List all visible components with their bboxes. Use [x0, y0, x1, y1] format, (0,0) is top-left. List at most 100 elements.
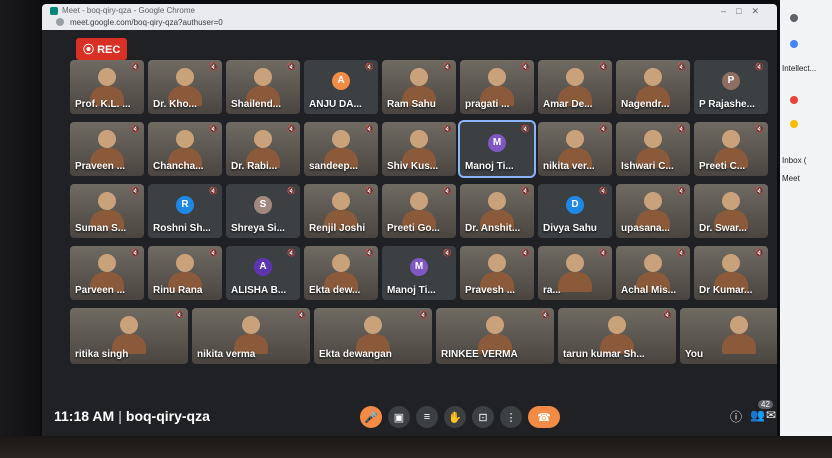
participant-tile[interactable]: A 🔇 ANJU DA... — [304, 60, 378, 114]
participant-tile[interactable]: 🔇 upasana... — [616, 184, 690, 238]
participant-tile[interactable]: 🔇 Pravesh ... — [460, 246, 534, 300]
chrome-icon[interactable] — [790, 96, 798, 104]
mic-off-icon: 🔇 — [287, 188, 296, 195]
mic-off-icon: 🔇 — [755, 250, 764, 257]
mic-off-icon: 🔇 — [541, 312, 550, 319]
participant-tile[interactable]: 🔇 Praveen ... — [70, 122, 144, 176]
participant-tile[interactable]: 🔇 Parveen ... — [70, 246, 144, 300]
participant-video — [254, 130, 272, 148]
avatar: M — [410, 257, 428, 276]
participant-name: nikita ver... — [543, 161, 595, 172]
screen-bezel — [0, 0, 40, 458]
participant-tile[interactable]: M 🔇 Manoj Ti... — [458, 120, 536, 178]
chat-icon[interactable]: ✉ — [766, 408, 776, 422]
avatar: P — [722, 71, 740, 90]
mic-off-icon: 🔇 — [677, 126, 686, 133]
camera-icon[interactable]: ▣ — [388, 406, 410, 428]
mic-off-icon: 🔇 — [521, 64, 530, 71]
participant-tile[interactable]: 🔇 Suman S... — [70, 184, 144, 238]
meeting-info: 11:18 AM | boq-qiry-qza — [54, 408, 210, 424]
participant-tile[interactable]: D 🔇 Divya Sahu — [538, 184, 612, 238]
participant-video — [486, 316, 504, 334]
participant-tile[interactable]: 🔇 Shailend... — [226, 60, 300, 114]
mic-off-icon: 🔇 — [209, 126, 218, 133]
participant-video — [488, 254, 506, 272]
participant-name: Chancha... — [153, 161, 204, 172]
participant-tile[interactable]: 🔇 Ram Sahu — [382, 60, 456, 114]
browser-window: Meet - boq-qiry-qza - Google Chrome meet… — [42, 4, 777, 440]
participant-tile[interactable]: 🔇 Dr. Kho... — [148, 60, 222, 114]
participant-tile[interactable]: 🔇You — [680, 308, 777, 364]
participant-name: Achal Mis... — [621, 285, 677, 296]
side-item-3[interactable]: Meet — [782, 174, 800, 183]
mic-off-icon: 🔇 — [599, 250, 608, 257]
participant-tile[interactable]: 🔇 ritika singh — [70, 308, 188, 364]
raise-hand-icon[interactable]: ✋ — [444, 406, 466, 428]
participant-name: tarun kumar Sh... — [563, 349, 645, 360]
participant-tile[interactable]: 🔇 Prof. K.L. ... — [70, 60, 144, 114]
side-item-2[interactable]: Inbox ( — [782, 156, 806, 165]
participant-tile[interactable]: 🔇 RINKEE VERMA — [436, 308, 554, 364]
address-bar[interactable]: meet.google.com/boq-qiry-qza?authuser=0 — [70, 18, 223, 27]
participant-tile[interactable]: 🔇 Ekta dewangan — [314, 308, 432, 364]
mic-off-icon: 🔇 — [131, 250, 140, 257]
app-icon-2[interactable] — [790, 120, 798, 128]
participant-tile[interactable]: 🔇 Ishwari C... — [616, 122, 690, 176]
participant-tile[interactable]: 🔇 Dr. Swar... — [694, 184, 768, 238]
separator: | — [118, 408, 126, 424]
participant-tile[interactable]: 🔇 Chancha... — [148, 122, 222, 176]
info-icon[interactable]: ⓘ — [730, 408, 742, 425]
people-icon[interactable]: 👥 — [750, 408, 765, 422]
participant-tile[interactable]: 🔇 Dr Kumar... — [694, 246, 768, 300]
participant-video — [644, 130, 662, 148]
present-icon[interactable]: ⊡ — [472, 406, 494, 428]
participant-video-body — [558, 272, 592, 292]
app-icon[interactable] — [790, 40, 798, 48]
participant-tile[interactable]: R 🔇 Roshni Sh... — [148, 184, 222, 238]
participant-tile[interactable]: 🔇 Amar De... — [538, 60, 612, 114]
participant-tile[interactable]: 🔇 nikita ver... — [538, 122, 612, 176]
participant-tile[interactable]: 🔇 Shiv Kus... — [382, 122, 456, 176]
participant-tile[interactable]: 🔇 Rinu Rana — [148, 246, 222, 300]
mic-off-icon: 🔇 — [209, 250, 218, 257]
participant-tile[interactable]: 🔇 pragati ... — [460, 60, 534, 114]
participant-name: Dr. Swar... — [699, 223, 747, 234]
participant-tile[interactable]: 🔇 sandeep... — [304, 122, 378, 176]
participant-tile[interactable]: 🔇 Preeti Go... — [382, 184, 456, 238]
participant-tile[interactable]: 🔇 Preeti C... — [694, 122, 768, 176]
participant-tile[interactable]: S 🔇 Shreya Si... — [226, 184, 300, 238]
participant-video — [332, 192, 350, 210]
participant-name: Manoj Ti... — [465, 161, 514, 172]
participant-name: Shreya Si... — [231, 223, 285, 234]
windows-icon[interactable] — [790, 14, 798, 22]
participant-tile[interactable]: A 🔇 ALISHA B... — [226, 246, 300, 300]
participant-tile[interactable]: M 🔇 Manoj Ti... — [382, 246, 456, 300]
hang-up-button[interactable]: ☎ — [528, 406, 560, 428]
participant-video — [644, 254, 662, 272]
participant-tile[interactable]: 🔇 ra... — [538, 246, 612, 300]
participant-video — [176, 68, 194, 86]
participant-tile[interactable]: 🔇 Dr. Anshit... — [460, 184, 534, 238]
microphone-off-icon[interactable]: 🎤 — [360, 406, 382, 428]
avatar: M — [488, 133, 506, 152]
mic-off-icon: 🔇 — [443, 64, 452, 71]
participant-tile[interactable]: 🔇 Achal Mis... — [616, 246, 690, 300]
participant-tile[interactable]: 🔇 tarun kumar Sh... — [558, 308, 676, 364]
participant-tile[interactable]: 🔇 nikita verma — [192, 308, 310, 364]
participant-video — [566, 68, 584, 86]
mic-off-icon: 🔇 — [599, 64, 608, 71]
mic-off-icon: 🔇 — [599, 126, 608, 133]
participant-video — [364, 316, 382, 334]
participant-tile[interactable]: 🔇 Ekta dew... — [304, 246, 378, 300]
participant-name: Parveen ... — [75, 285, 126, 296]
participant-tile[interactable]: 🔇 Nagendr... — [616, 60, 690, 114]
more-options-icon[interactable]: ⋮ — [500, 406, 522, 428]
participant-tile[interactable]: 🔇 Dr. Rabi... — [226, 122, 300, 176]
participant-tile[interactable]: 🔇 Renjil Joshi — [304, 184, 378, 238]
participant-tile[interactable]: P 🔇 P Rajashe... — [694, 60, 768, 114]
captions-icon[interactable]: ≡ — [416, 406, 438, 428]
window-controls[interactable]: –□✕ — [721, 6, 769, 17]
participant-name: pragati ... — [465, 99, 510, 110]
side-item-1[interactable]: Intellect... — [782, 64, 816, 73]
desk — [0, 436, 832, 458]
